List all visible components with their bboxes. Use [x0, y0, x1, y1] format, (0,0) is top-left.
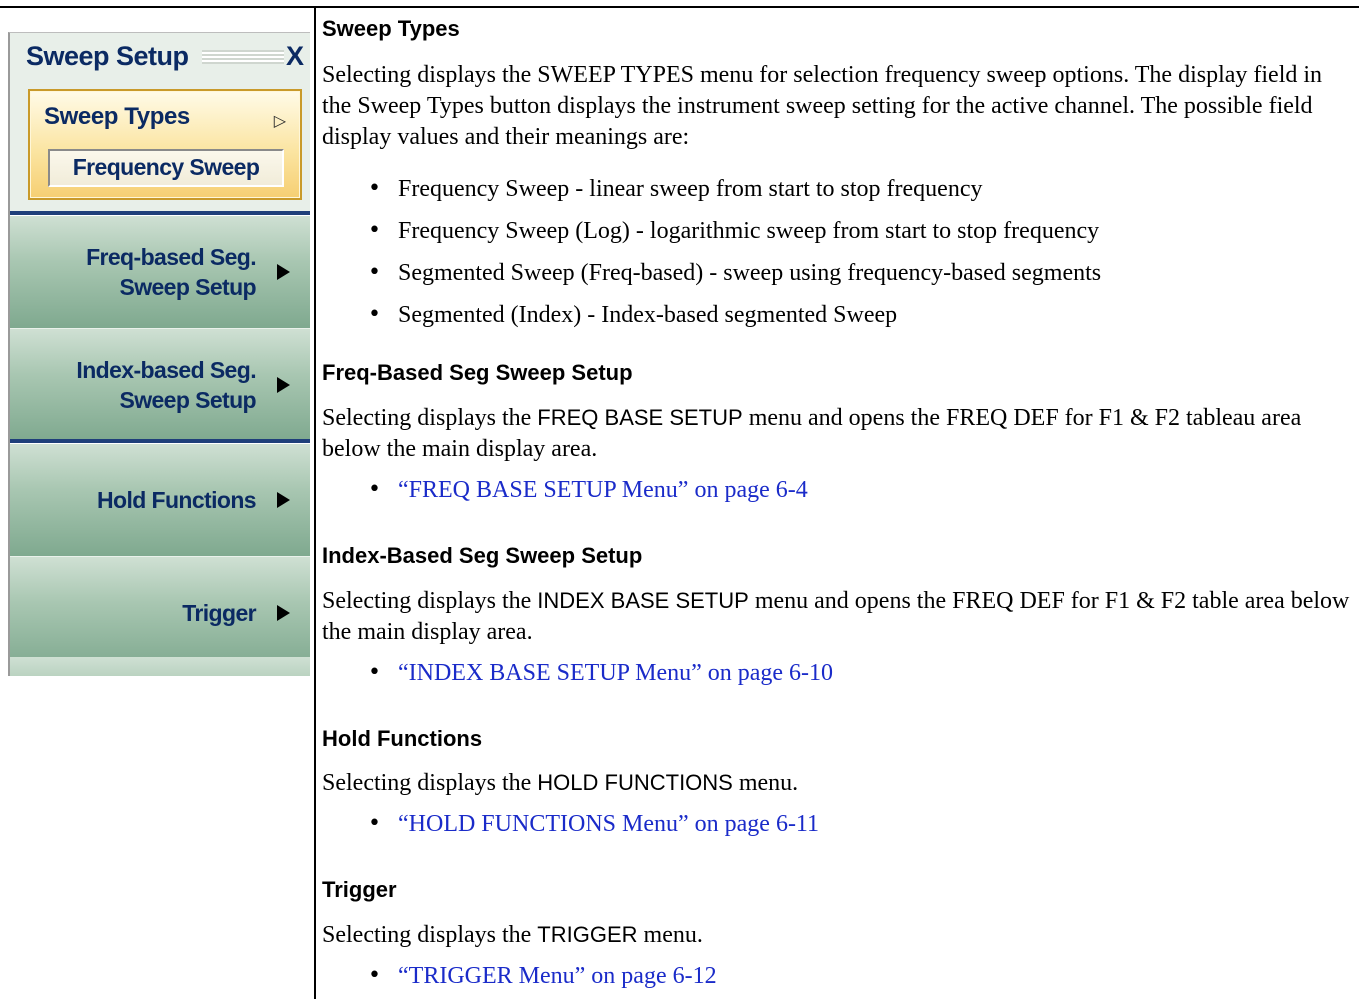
close-icon[interactable]: X — [286, 41, 304, 72]
hold-functions-description: Selecting displays the HOLD FUNCTIONS me… — [322, 770, 799, 796]
sweep-types-button[interactable]: Sweep Types ▷ Frequency Sweep — [28, 89, 302, 200]
menu-title: Sweep Setup — [26, 41, 189, 71]
submenu-arrow-icon — [277, 492, 290, 508]
trigger-description: Selecting displays the TRIGGER menu. — [322, 922, 703, 948]
hold-functions-link[interactable]: “HOLD FUNCTIONS Menu” on page 6-11 — [322, 803, 1352, 845]
menu-footer — [10, 657, 310, 676]
list-item: Segmented Sweep (Freq-based) - sweep usi… — [322, 252, 1352, 294]
list-item: Frequency Sweep (Log) - logarithmic swee… — [322, 210, 1352, 252]
section-heading-hold-functions: Hold Functions — [322, 726, 483, 751]
sweep-types-list: Frequency Sweep - linear sweep from star… — [322, 168, 1352, 336]
submenu-outline-arrow-icon: ▷ — [273, 111, 286, 130]
button-label: Index-based Seg. Sweep Setup — [76, 357, 256, 413]
sweep-types-description: Selecting displays the SWEEP TYPES menu … — [322, 62, 1323, 150]
index-based-seg-links: “INDEX BASE SETUP Menu” on page 6-10 — [322, 652, 1352, 694]
list-item: Segmented (Index) - Index-based segmente… — [322, 294, 1352, 336]
section-heading-sweep-types: Sweep Types — [322, 16, 460, 41]
submenu-arrow-icon — [277, 264, 290, 280]
menu-title-bar: Sweep Setup X — [10, 33, 310, 81]
sweep-types-label: Sweep Types — [44, 103, 190, 130]
freq-based-seg-links: “FREQ BASE SETUP Menu” on page 6-4 — [322, 469, 1352, 511]
list-item: Frequency Sweep - linear sweep from star… — [322, 168, 1352, 210]
sweep-setup-menu: Sweep Setup X Sweep Types ▷ Frequency Sw… — [8, 32, 310, 676]
submenu-arrow-icon — [277, 605, 290, 621]
trigger-links: “TRIGGER Menu” on page 6-12 — [322, 955, 1352, 997]
trigger-menu-link[interactable]: “TRIGGER Menu” on page 6-12 — [322, 955, 1352, 997]
hold-functions-links: “HOLD FUNCTIONS Menu” on page 6-11 — [322, 803, 1352, 845]
column-divider — [314, 6, 316, 999]
trigger-button[interactable]: Trigger — [10, 557, 310, 670]
section-heading-freq-based-seg: Freq-Based Seg Sweep Setup — [322, 360, 633, 385]
top-rule — [0, 6, 1359, 8]
freq-based-seg-sweep-setup-button[interactable]: Freq-based Seg. Sweep Setup — [10, 216, 310, 329]
index-based-seg-description: Selecting displays the INDEX BASE SETUP … — [322, 588, 1350, 645]
index-based-seg-sweep-setup-button[interactable]: Index-based Seg. Sweep Setup — [10, 329, 310, 442]
index-base-setup-link[interactable]: “INDEX BASE SETUP Menu” on page 6-10 — [322, 652, 1352, 694]
hold-functions-button[interactable]: Hold Functions — [10, 444, 310, 557]
section-heading-trigger: Trigger — [322, 877, 397, 902]
submenu-arrow-icon — [277, 377, 290, 393]
button-label: Hold Functions — [97, 487, 257, 513]
section-heading-index-based-seg: Index-Based Seg Sweep Setup — [322, 543, 643, 568]
title-bar-grip — [202, 50, 284, 64]
sweep-type-value-field: Frequency Sweep — [48, 149, 284, 187]
freq-base-setup-link[interactable]: “FREQ BASE SETUP Menu” on page 6-4 — [322, 469, 1352, 511]
button-label: Trigger — [182, 600, 256, 626]
button-label: Freq-based Seg. Sweep Setup — [86, 244, 257, 300]
freq-based-seg-description: Selecting displays the FREQ BASE SETUP m… — [322, 405, 1302, 462]
